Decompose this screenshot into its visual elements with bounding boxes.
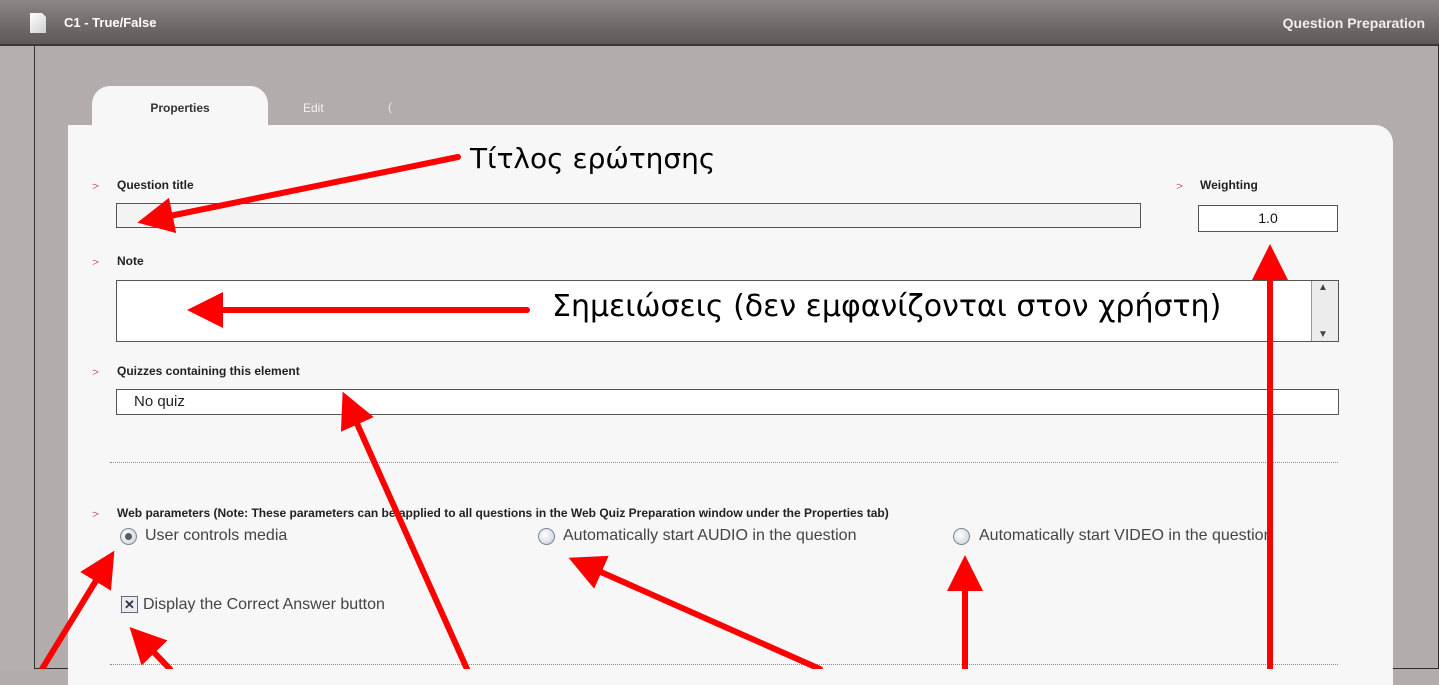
radio-user-controls-media[interactable] <box>120 528 137 545</box>
scroll-up-icon[interactable]: ▲ <box>1318 282 1328 293</box>
option-label-user-controls[interactable]: User controls media <box>145 527 287 545</box>
bullet-icon: :> <box>92 257 99 267</box>
bullet-icon: :> <box>92 181 99 191</box>
bullet-icon: :> <box>92 509 99 519</box>
divider <box>110 462 1338 463</box>
note-label: Note <box>117 254 144 268</box>
option-label-auto-video[interactable]: Automatically start VIDEO in the questio… <box>979 527 1272 545</box>
question-title-label: Question title <box>117 178 194 192</box>
checkbox-label-correct-answer[interactable]: Display the Correct Answer button <box>143 596 385 614</box>
tab-partial[interactable]: ( <box>388 100 392 114</box>
quizzes-field: No quiz <box>116 389 1339 415</box>
document-icon <box>30 13 46 33</box>
quizzes-label: Quizzes containing this element <box>117 364 300 378</box>
annotation-note: Σημειώσεις (δεν εμφανίζονται στον χρήστη… <box>552 289 1222 324</box>
weighting-label: Weighting <box>1200 178 1258 192</box>
window-title: C1 - True/False <box>64 15 157 30</box>
scroll-down-icon[interactable]: ▼ <box>1318 329 1328 340</box>
note-scrollbar[interactable]: ▲ ▼ <box>1311 281 1338 341</box>
bullet-icon: :> <box>92 367 99 377</box>
radio-auto-audio[interactable] <box>538 528 555 545</box>
annotation-title: Τίτλος ερώτησης <box>470 142 716 175</box>
tab-properties[interactable]: Properties <box>92 86 268 128</box>
question-title-input[interactable] <box>116 203 1141 228</box>
divider <box>110 664 1338 665</box>
correct-answer-checkbox[interactable]: ✕ <box>121 596 138 613</box>
left-sidebar <box>0 46 35 669</box>
weighting-input[interactable]: 1.0 <box>1198 205 1338 232</box>
radio-auto-video[interactable] <box>953 528 970 545</box>
tab-edit[interactable]: Edit <box>303 101 324 115</box>
title-bar: C1 - True/False Question Preparation <box>0 0 1439 46</box>
section-title: Question Preparation <box>1282 15 1425 31</box>
tab-properties-label: Properties <box>150 101 210 115</box>
option-label-auto-audio[interactable]: Automatically start AUDIO in the questio… <box>563 527 856 545</box>
bullet-icon: :> <box>1176 181 1183 191</box>
web-parameters-label: Web parameters (Note: These parameters c… <box>117 506 889 520</box>
